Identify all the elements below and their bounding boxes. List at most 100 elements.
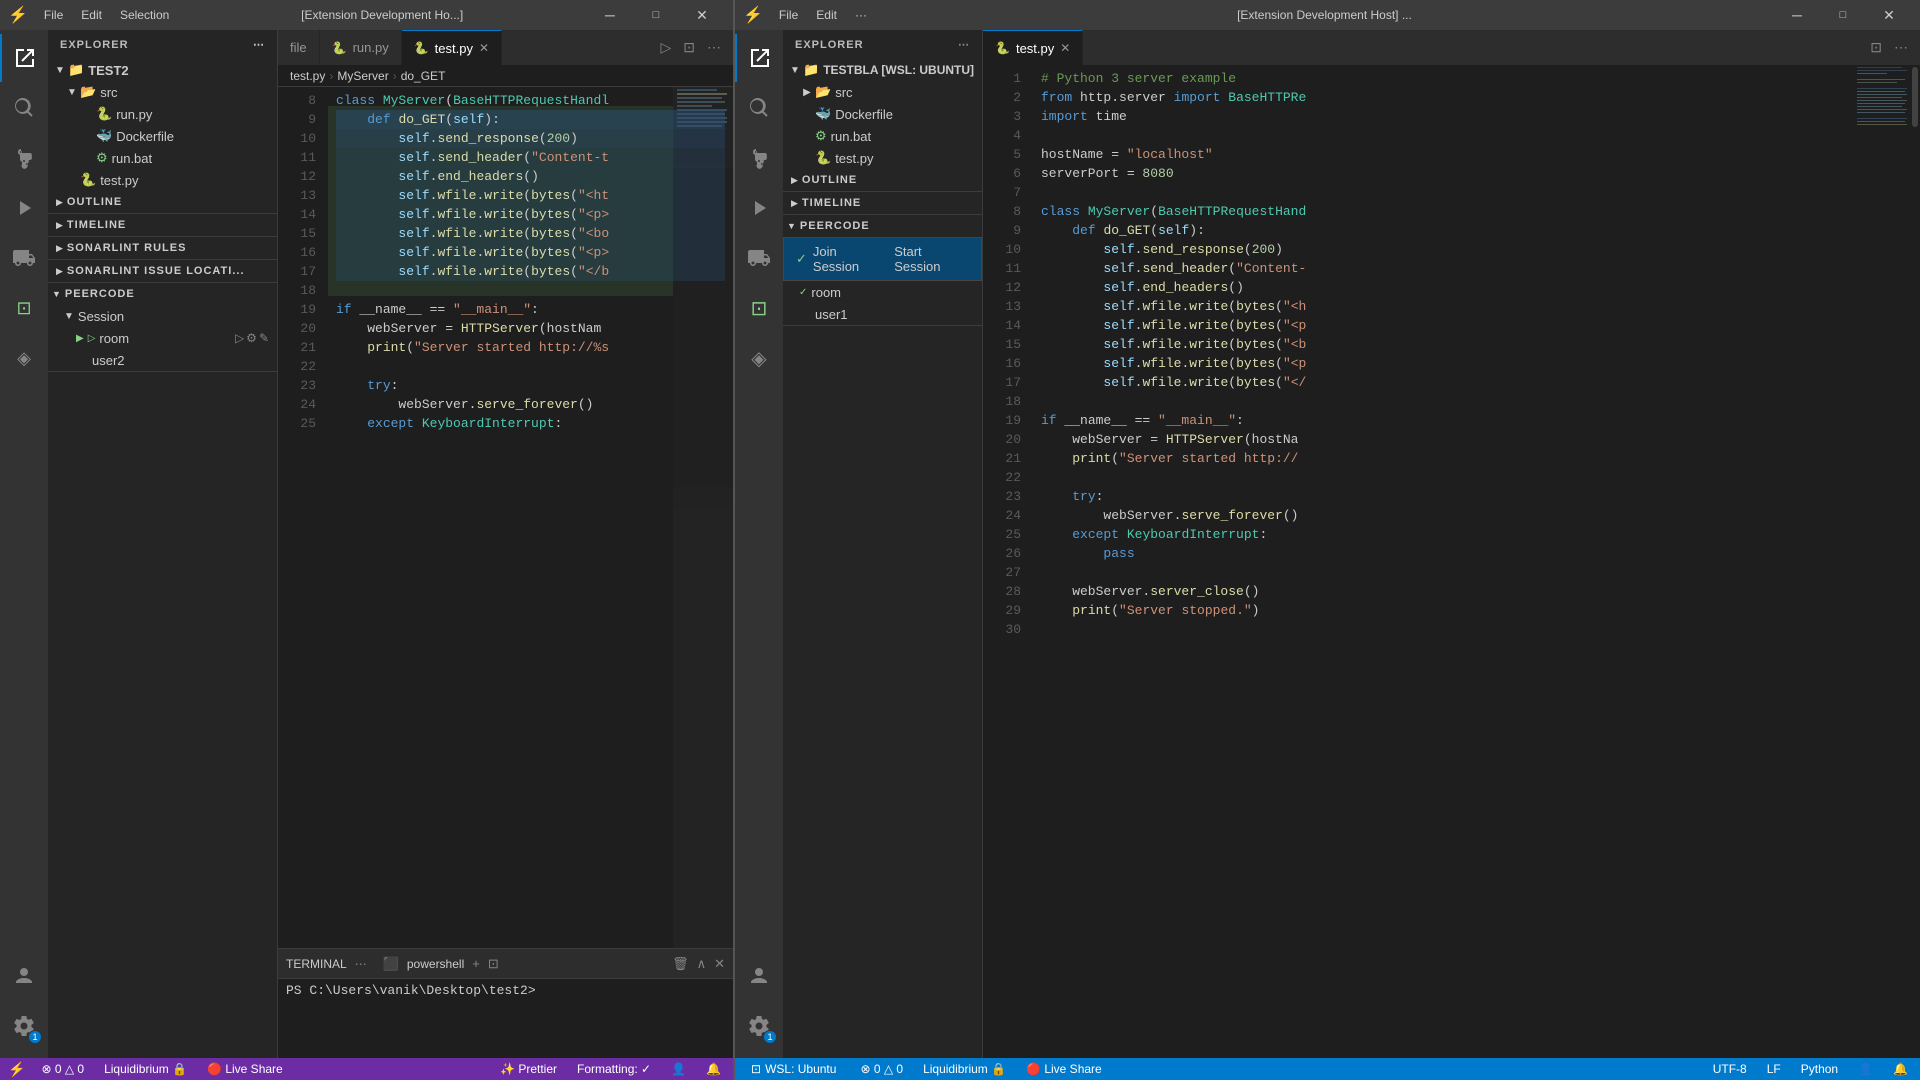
- status-left-bell-icon[interactable]: 🔔: [702, 1062, 725, 1076]
- activity-settings[interactable]: 1: [0, 1002, 48, 1050]
- right-activity-remote[interactable]: ⊡: [735, 284, 783, 332]
- right-tree-run-bat[interactable]: ⚙ run.bat: [783, 125, 982, 147]
- terminal-trash[interactable]: 🗑: [672, 956, 689, 972]
- tree-run-py[interactable]: 🐍 run.py: [48, 103, 277, 125]
- right-activity-explorer[interactable]: [735, 34, 783, 82]
- new-file-icon[interactable]: ⋯: [253, 38, 265, 51]
- tree-test-py-left[interactable]: 🐍 test.py: [48, 169, 277, 191]
- activity-remote[interactable]: ⊡: [0, 284, 48, 332]
- right-activity-settings[interactable]: 1: [735, 1002, 783, 1050]
- tree-src[interactable]: ▼ 📂 src: [48, 81, 277, 103]
- breadcrumb-file[interactable]: test.py: [290, 69, 325, 83]
- menu-file[interactable]: File: [36, 6, 71, 24]
- right-tree-src[interactable]: ▶ 📂 src: [783, 81, 982, 103]
- right-close-btn[interactable]: ✕: [1866, 0, 1912, 30]
- terminal-chevron[interactable]: ∧: [697, 956, 707, 972]
- status-left-formatting[interactable]: Formatting: ✓: [573, 1062, 655, 1076]
- right-outline-header[interactable]: ▶ OUTLINE: [783, 169, 982, 191]
- right-tab-split-icon[interactable]: ⊡: [1866, 37, 1886, 58]
- activity-extensions[interactable]: [0, 234, 48, 282]
- sonarlint-rules-header[interactable]: ▶ SONARLINT RULES: [48, 237, 277, 259]
- maximize-btn[interactable]: □: [633, 0, 679, 30]
- terminal-split[interactable]: ⊡: [488, 956, 499, 972]
- tab-split-icon[interactable]: ⊡: [679, 37, 699, 58]
- right-status-lf[interactable]: LF: [1763, 1062, 1785, 1076]
- status-left-liquidibrium[interactable]: Liquidibrium 🔒: [100, 1062, 191, 1076]
- room-run-icon[interactable]: ▷: [235, 331, 244, 345]
- right-status-account[interactable]: 👤: [1854, 1062, 1877, 1076]
- activity-run[interactable]: [0, 184, 48, 232]
- right-status-liveshare[interactable]: 🔴 Live Share: [1022, 1062, 1106, 1076]
- right-status-liquidibrium[interactable]: Liquidibrium 🔒: [919, 1062, 1010, 1076]
- right-tree-dockerfile[interactable]: 🐳 Dockerfile: [783, 103, 982, 125]
- activity-peercode[interactable]: ◈: [0, 334, 48, 382]
- tab-more-icon[interactable]: ⋯: [703, 37, 725, 58]
- timeline-header[interactable]: ▶ TIMELINE: [48, 214, 277, 236]
- terminal-add[interactable]: +: [472, 956, 480, 971]
- status-left-liveshare[interactable]: 🔴 Live Share: [203, 1062, 287, 1076]
- peercode-join-start-item[interactable]: ✓ Join Session Start Session: [784, 238, 981, 280]
- room-settings-icon[interactable]: ⚙: [246, 331, 257, 345]
- breadcrumb-method[interactable]: do_GET: [401, 69, 446, 83]
- right-activity-peercode[interactable]: ◈: [735, 334, 783, 382]
- right-code-editor[interactable]: 12345 678910 1112131415 1617181920 21222…: [983, 65, 1920, 1058]
- tree-root-folder[interactable]: ▼ 📁 TEST2: [48, 59, 277, 81]
- right-activity-extensions[interactable]: [735, 234, 783, 282]
- activity-account[interactable]: [0, 952, 48, 1000]
- right-status-utf8[interactable]: UTF-8: [1709, 1062, 1751, 1076]
- activity-search[interactable]: [0, 84, 48, 132]
- minimize-btn[interactable]: ─: [587, 0, 633, 30]
- breadcrumb-class[interactable]: MyServer: [337, 69, 388, 83]
- outline-header[interactable]: ▶ OUTLINE: [48, 191, 277, 213]
- right-activity-git[interactable]: [735, 134, 783, 182]
- right-status-python[interactable]: Python: [1797, 1062, 1842, 1076]
- menu-edit[interactable]: Edit: [73, 6, 110, 24]
- close-btn[interactable]: ✕: [679, 0, 725, 30]
- status-left-prettier[interactable]: ✨ Prettier: [496, 1062, 561, 1076]
- terminal-more[interactable]: ⋯: [355, 957, 367, 971]
- peercode-room-item[interactable]: ▶ ▷ room ▷ ⚙ ✎: [48, 327, 277, 349]
- right-timeline-header[interactable]: ▶ TIMELINE: [783, 192, 982, 214]
- tab-run-icon[interactable]: ▷: [656, 37, 675, 58]
- terminal-content-left[interactable]: PS C:\Users\vanik\Desktop\test2>: [278, 979, 733, 1058]
- tab-test-py-close-left[interactable]: ✕: [479, 41, 489, 55]
- menu-selection[interactable]: Selection: [112, 6, 177, 24]
- right-menu-more[interactable]: ···: [847, 6, 875, 24]
- right-tab-test-py-close[interactable]: ✕: [1060, 41, 1070, 55]
- tree-dockerfile[interactable]: 🐳 Dockerfile: [48, 125, 277, 147]
- right-tree-test-py[interactable]: 🐍 test.py: [783, 147, 982, 169]
- peercode-header-left[interactable]: ▼ PEERCODE: [48, 283, 277, 305]
- tab-test-py-left[interactable]: 🐍 test.py ✕: [402, 30, 502, 65]
- right-scrollbar-thumb[interactable]: [1912, 67, 1918, 127]
- tab-file[interactable]: file: [278, 30, 320, 65]
- activity-git[interactable]: [0, 134, 48, 182]
- activity-explorer[interactable]: [0, 34, 48, 82]
- right-code-content[interactable]: # Python 3 server example from http.serv…: [1033, 65, 1920, 1058]
- right-explorer-more[interactable]: ⋯: [958, 38, 970, 51]
- right-status-remote[interactable]: ⊡ WSL: Ubuntu: [743, 1058, 844, 1080]
- status-left-remote-icon[interactable]: ⚡: [8, 1061, 25, 1078]
- right-activity-account[interactable]: [735, 952, 783, 1000]
- tree-run-bat[interactable]: ⚙ run.bat: [48, 147, 277, 169]
- right-peercode-user[interactable]: user1: [783, 303, 982, 325]
- right-activity-run[interactable]: [735, 184, 783, 232]
- right-menu-file[interactable]: File: [771, 6, 806, 24]
- right-status-bell[interactable]: 🔔: [1889, 1062, 1912, 1076]
- left-code-content[interactable]: class MyServer(BaseHTTPRequestHandl def …: [328, 87, 733, 948]
- room-edit-icon[interactable]: ✎: [259, 331, 269, 345]
- right-peercode-room-container[interactable]: ✓ room: [783, 281, 982, 303]
- right-peercode-header[interactable]: ▼ PEERCODE: [783, 215, 982, 237]
- status-left-errors[interactable]: ⊗ 0 △ 0: [37, 1062, 88, 1076]
- right-menu-edit[interactable]: Edit: [808, 6, 845, 24]
- right-tab-more-icon[interactable]: ⋯: [1890, 37, 1912, 58]
- right-tab-test-py[interactable]: 🐍 test.py ✕: [983, 30, 1083, 65]
- terminal-close[interactable]: ✕: [714, 956, 725, 972]
- status-left-account-icon[interactable]: 👤: [667, 1062, 690, 1076]
- left-code-editor[interactable]: 891011121314 15161718192021 22232425 cla…: [278, 87, 733, 948]
- right-activity-search[interactable]: [735, 84, 783, 132]
- right-minimize-btn[interactable]: ─: [1774, 0, 1820, 30]
- right-maximize-btn[interactable]: □: [1820, 0, 1866, 30]
- right-scrollbar[interactable]: [1910, 65, 1920, 1058]
- peercode-user-item[interactable]: user2: [48, 349, 277, 371]
- right-status-errors[interactable]: ⊗ 0 △ 0: [856, 1062, 907, 1076]
